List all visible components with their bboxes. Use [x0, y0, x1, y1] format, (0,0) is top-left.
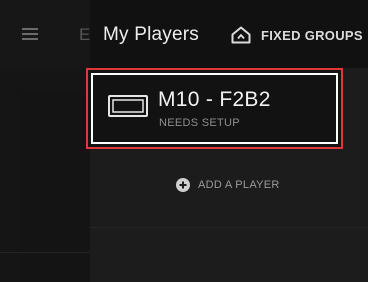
drawer-title: My Players — [103, 24, 199, 45]
player-status: NEEDS SETUP — [159, 117, 240, 129]
drawer-divider — [90, 227, 368, 228]
player-card-frame: M10 - F2B2 NEEDS SETUP — [91, 73, 338, 144]
background-divider — [0, 252, 90, 253]
player-list-item[interactable]: M10 - F2B2 NEEDS SETUP — [86, 68, 343, 149]
player-device-icon — [108, 95, 148, 122]
add-player-label: ADD A PLAYER — [198, 179, 280, 191]
fixed-groups-label: FIXED GROUPS — [261, 27, 363, 43]
background-app: E — [0, 0, 90, 282]
players-drawer: My Players FIXED GROUPS M10 - F2B2 NEEDS… — [86, 0, 368, 282]
add-player-button[interactable]: ADD A PLAYER — [176, 178, 280, 192]
background-app-topbar: E — [0, 0, 90, 68]
app-window: E My Players FIXED GROUPS M10 - F2B2 NEE… — [0, 0, 368, 282]
home-group-icon — [231, 26, 251, 44]
background-app-title: E — [79, 25, 91, 44]
fixed-groups-button[interactable]: FIXED GROUPS — [231, 24, 363, 46]
background-app-content — [18, 92, 90, 282]
drawer-header: My Players FIXED GROUPS — [90, 0, 368, 68]
plus-circle-icon — [176, 178, 190, 192]
player-name: M10 - F2B2 — [158, 88, 271, 111]
hamburger-menu-icon[interactable] — [22, 28, 38, 40]
